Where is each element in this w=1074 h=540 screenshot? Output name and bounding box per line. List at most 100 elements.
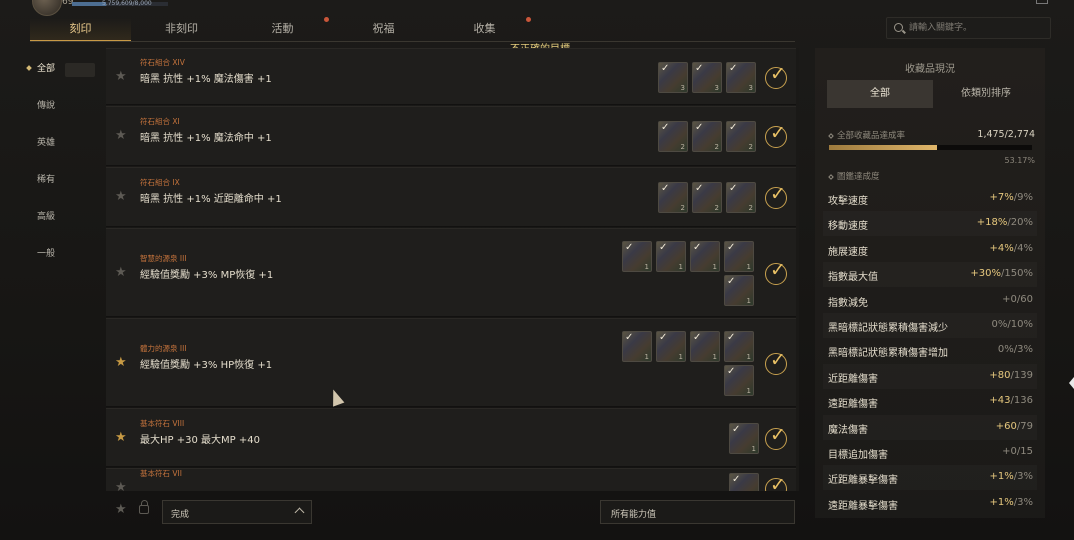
achievement-text: 圖鑑達成度	[837, 172, 880, 182]
stat-name: 近距離傷害	[828, 373, 878, 385]
rune-card[interactable]: ✓ 2	[658, 182, 688, 213]
list-scrollbar[interactable]	[796, 48, 799, 491]
diamond-icon	[828, 173, 834, 180]
check-icon: ✓	[625, 242, 634, 253]
rune-card[interactable]: ✓1	[724, 275, 754, 306]
collection-row[interactable]: ★ 智慧的源泉 III 經驗值獎勵 +3% MP恢復 +1 ✓ 1 ✓ 1 ✓ 1 ✓ 1 ✓ 1 ✓	[106, 228, 796, 317]
collection-row[interactable]: ★基本符石 VII✓1✓	[106, 468, 796, 491]
completion-filter-dropdown[interactable]: 完成	[162, 500, 312, 524]
row-effect: 暗黑 抗性 +1% 魔法傷害 +1	[140, 74, 272, 85]
check-icon: ✓	[693, 332, 702, 343]
window-icon[interactable]	[1036, 0, 1048, 4]
tab-sort-by-category[interactable]: 依類別排序	[933, 80, 1039, 108]
nav-item-0[interactable]: 全部	[18, 52, 98, 89]
favorite-star-icon[interactable]: ★	[115, 355, 127, 370]
rune-card[interactable]: ✓ 2	[692, 182, 722, 213]
card-count: 1	[746, 263, 751, 271]
collection-row[interactable]: ★ 符石組合 XI 暗黑 抗性 +1% 魔法命中 +1 ✓ 2 ✓ 2 ✓ 2 ✓	[106, 106, 796, 166]
nav-item-5[interactable]: 一般	[18, 237, 98, 274]
tab-4[interactable]: 收集	[434, 17, 535, 42]
tab-2[interactable]: 活動	[232, 17, 333, 42]
nav-item-1[interactable]: 傳說	[18, 89, 98, 126]
all-stats-dropdown[interactable]: 所有能力值	[600, 500, 795, 524]
favorite-star-icon[interactable]: ★	[115, 480, 127, 491]
rune-card[interactable]: ✓1	[690, 241, 720, 272]
stat-max: 3%	[1017, 471, 1033, 483]
list-footer: ★ 完成 所有能力值	[106, 494, 796, 530]
rune-card[interactable]: ✓1	[622, 331, 652, 362]
rune-card[interactable]: ✓1	[656, 241, 686, 272]
card-count: 1	[644, 263, 649, 271]
stat-max: 4%	[1017, 242, 1033, 254]
stat-max: 3%	[1017, 344, 1033, 356]
completed-check-icon: ✓	[765, 260, 787, 285]
stat-row: 施展速度 +4%/4%	[823, 237, 1037, 262]
rune-card[interactable]: ✓1	[690, 331, 720, 362]
rune-card[interactable]: ✓ 2	[726, 182, 756, 213]
rune-card[interactable]: ✓1	[656, 331, 686, 362]
tab-3[interactable]: 祝福	[333, 18, 434, 42]
rune-card[interactable]: ✓1	[622, 241, 652, 272]
tab-all[interactable]: 全部	[827, 80, 933, 108]
card-count: 3	[680, 84, 685, 92]
rune-card[interactable]: ✓ 3	[726, 62, 756, 93]
stat-value: +0/15	[1002, 446, 1033, 457]
nav-item-label: 全部	[37, 64, 56, 74]
card-count: 3	[714, 84, 719, 92]
check-icon: ✓	[727, 366, 736, 377]
collection-row[interactable]: ★ 體力的源泉 III 經驗值獎勵 +3% HP恢復 +1 ✓ 1 ✓ 1 ✓ 1 ✓ 1 ✓ 1 ✓	[106, 318, 796, 407]
favorite-star-icon[interactable]: ★	[115, 265, 127, 280]
check-mark: ✓	[770, 183, 786, 205]
nav-item-3[interactable]: 稀有	[18, 163, 98, 200]
rune-card[interactable]: ✓1	[724, 365, 754, 396]
collection-row[interactable]: ★ 符石組合 XIV 暗黑 抗性 +1% 魔法傷害 +1 ✓ 3 ✓ 3 ✓ 3 ✓	[106, 48, 796, 105]
side-expand-arrow-icon[interactable]	[1069, 377, 1074, 389]
rune-card[interactable]: ✓ 3	[692, 62, 722, 93]
stat-name: 遠距離傷害	[828, 399, 878, 411]
stat-max: 10%	[1010, 319, 1033, 330]
check-icon: ✓	[729, 122, 738, 133]
character-avatar[interactable]	[32, 0, 62, 16]
rune-card[interactable]: ✓ 2	[692, 121, 722, 152]
rune-card[interactable]: ✓1	[729, 423, 759, 454]
stat-current: +7%	[989, 192, 1014, 203]
rune-card[interactable]: ✓ 2	[658, 121, 688, 152]
stat-name: 黑暗標記狀態累積傷害增加	[828, 348, 948, 360]
stat-value: +7%/9%	[990, 192, 1034, 203]
rune-card[interactable]: ✓1	[729, 473, 759, 491]
check-icon: ✓	[659, 332, 668, 343]
collection-row[interactable]: ★ 基本符石 VIII 最大HP +30 最大MP +40 ✓ 1 ✓	[106, 408, 796, 467]
favorite-star-icon[interactable]: ★	[115, 128, 127, 143]
stat-row: 黑暗標記狀態累積傷害增加 0%/3%	[823, 338, 1037, 363]
stat-name: 指數最大值	[828, 272, 878, 284]
card-count: 2	[748, 204, 753, 212]
notification-dot	[526, 17, 531, 22]
nav-item-4[interactable]: 高級	[18, 200, 98, 237]
rune-card[interactable]: ✓1	[724, 241, 754, 272]
favorite-star-icon[interactable]: ★	[115, 430, 127, 445]
card-count: 2	[748, 143, 753, 151]
tab-label: 活動	[271, 22, 294, 35]
search-input[interactable]	[909, 21, 1047, 35]
row-effect: 經驗值獎勵 +3% MP恢復 +1	[140, 270, 274, 281]
favorite-star-icon[interactable]: ★	[115, 69, 127, 84]
stat-row: 遠距離暴擊傷害 +1%/3%	[823, 491, 1037, 516]
stat-name: 近距離暴擊傷害	[828, 475, 898, 487]
completed-check-icon: ✓	[765, 183, 787, 209]
search-box[interactable]	[886, 17, 1051, 39]
stat-value: +60/79	[996, 421, 1033, 432]
favorite-filter-star-icon[interactable]: ★	[115, 502, 127, 517]
collect-rate-bar-fill	[829, 145, 937, 150]
rune-card[interactable]: ✓ 3	[658, 62, 688, 93]
stat-max: 9%	[1017, 192, 1033, 203]
rune-card[interactable]: ✓1	[724, 331, 754, 362]
favorite-star-icon[interactable]: ★	[115, 189, 127, 204]
tab-0[interactable]: 刻印	[30, 18, 131, 42]
row-category: 基本符石 VIII	[140, 419, 185, 428]
check-icon: ✓	[661, 63, 670, 74]
tab-1[interactable]: 非刻印	[131, 18, 232, 42]
collection-row[interactable]: ★ 符石組合 IX 暗黑 抗性 +1% 近距離命中 +1 ✓ 2 ✓ 2 ✓ 2 ✓	[106, 167, 796, 227]
nav-item-2[interactable]: 英雄	[18, 126, 98, 163]
lock-icon[interactable]	[139, 500, 149, 514]
rune-card[interactable]: ✓ 2	[726, 121, 756, 152]
